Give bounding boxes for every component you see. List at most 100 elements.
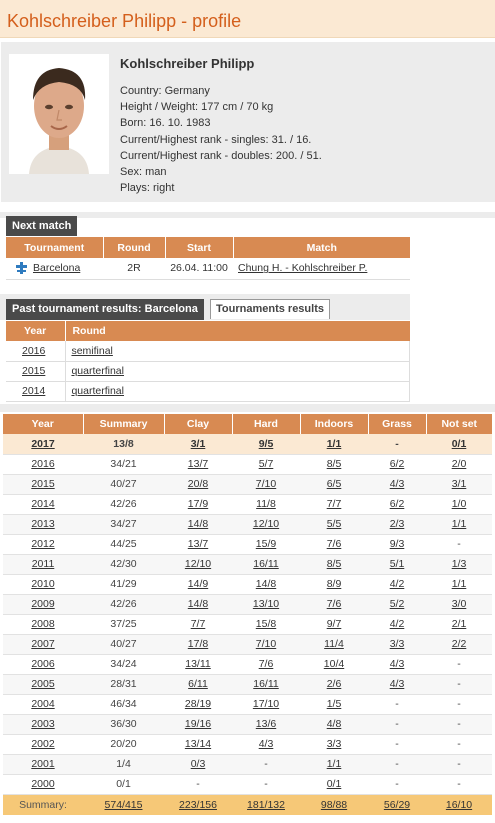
clay-link[interactable]: 0/3 (191, 758, 206, 770)
clay-link[interactable]: 12/10 (185, 558, 211, 570)
not-set-link[interactable]: 1/3 (452, 558, 467, 570)
hard-link[interactable]: 17/10 (253, 698, 279, 710)
hard-link[interactable]: 9/5 (259, 438, 274, 450)
grass-link[interactable]: 4/3 (390, 478, 405, 490)
grass-link[interactable]: 2/3 (390, 518, 405, 530)
indoors-link[interactable]: 2/6 (327, 678, 342, 690)
year-link[interactable]: 2001 (31, 758, 54, 770)
clay-link[interactable]: 3/1 (191, 438, 206, 450)
year-link[interactable]: 2005 (31, 678, 54, 690)
summary-hard-link[interactable]: 181/132 (247, 799, 285, 811)
indoors-link[interactable]: 6/5 (327, 478, 342, 490)
year-link[interactable]: 2002 (31, 738, 54, 750)
not-set-link[interactable]: 1/1 (452, 578, 467, 590)
round-link[interactable]: quarterfinal (71, 385, 124, 397)
match-link[interactable]: Chung H. - Kohlschreiber P. (238, 262, 367, 274)
not-set-link[interactable]: 2/1 (452, 618, 467, 630)
indoors-link[interactable]: 7/6 (327, 598, 342, 610)
not-set-link[interactable]: 3/0 (452, 598, 467, 610)
clay-link[interactable]: 13/7 (188, 458, 208, 470)
hard-link[interactable]: 11/8 (256, 498, 276, 510)
hard-link[interactable]: 14/8 (256, 578, 276, 590)
hard-link[interactable]: 16/11 (253, 558, 279, 570)
indoors-link[interactable]: 3/3 (327, 738, 342, 750)
hard-link[interactable]: 13/10 (253, 598, 279, 610)
grass-link[interactable]: 4/2 (390, 618, 405, 630)
clay-link[interactable]: 13/14 (185, 738, 211, 750)
year-link[interactable]: 2009 (31, 598, 54, 610)
clay-link[interactable]: 6/11 (188, 678, 208, 690)
year-link[interactable]: 2013 (31, 518, 54, 530)
grass-link[interactable]: 4/3 (390, 658, 405, 670)
not-set-link[interactable]: 0/1 (452, 438, 467, 450)
hard-link[interactable]: 7/10 (256, 638, 276, 650)
year-link[interactable]: 2014 (22, 385, 45, 397)
year-link[interactable]: 2011 (32, 558, 55, 570)
grass-link[interactable]: 6/2 (390, 498, 405, 510)
year-link[interactable]: 2008 (31, 618, 54, 630)
indoors-link[interactable]: 11/4 (324, 638, 344, 650)
indoors-link[interactable]: 0/1 (327, 778, 342, 790)
year-link[interactable]: 2004 (31, 698, 54, 710)
tournament-link[interactable]: Barcelona (33, 262, 80, 274)
hard-link[interactable]: 15/9 (256, 538, 276, 550)
clay-link[interactable]: 17/9 (188, 498, 208, 510)
year-link[interactable]: 2017 (31, 438, 54, 450)
indoors-link[interactable]: 5/5 (327, 518, 342, 530)
clay-link[interactable]: 14/8 (188, 518, 208, 530)
clay-link[interactable]: 13/7 (188, 538, 208, 550)
year-link[interactable]: 2016 (31, 458, 54, 470)
summary-indoors-link[interactable]: 98/88 (321, 799, 347, 811)
clay-link[interactable]: 14/8 (188, 598, 208, 610)
year-link[interactable]: 2000 (31, 778, 54, 790)
tab-past-results[interactable]: Past tournament results: Barcelona (6, 299, 204, 320)
hard-link[interactable]: 15/8 (256, 618, 276, 630)
year-link[interactable]: 2012 (31, 538, 54, 550)
not-set-link[interactable]: 2/2 (452, 638, 467, 650)
indoors-link[interactable]: 7/6 (327, 538, 342, 550)
indoors-link[interactable]: 8/9 (327, 578, 342, 590)
clay-link[interactable]: 20/8 (188, 478, 208, 490)
year-link[interactable]: 2006 (31, 658, 54, 670)
indoors-link[interactable]: 4/8 (327, 718, 342, 730)
hard-link[interactable]: 7/10 (256, 478, 276, 490)
indoors-link[interactable]: 8/5 (327, 558, 342, 570)
grass-link[interactable]: 4/2 (390, 578, 405, 590)
clay-link[interactable]: 13/11 (185, 658, 211, 670)
indoors-link[interactable]: 10/4 (324, 658, 344, 670)
not-set-link[interactable]: 3/1 (452, 478, 467, 490)
year-link[interactable]: 2016 (22, 345, 45, 357)
grass-link[interactable]: 9/3 (390, 538, 405, 550)
round-link[interactable]: quarterfinal (71, 365, 124, 377)
hard-link[interactable]: 16/11 (253, 678, 279, 690)
hard-link[interactable]: 5/7 (259, 458, 274, 470)
clay-link[interactable]: 17/8 (188, 638, 208, 650)
grass-link[interactable]: 6/2 (390, 458, 405, 470)
indoors-link[interactable]: 1/1 (327, 438, 342, 450)
grass-link[interactable]: 5/2 (390, 598, 405, 610)
hard-link[interactable]: 7/6 (259, 658, 274, 670)
indoors-link[interactable]: 7/7 (327, 498, 342, 510)
year-link[interactable]: 2010 (31, 578, 54, 590)
year-link[interactable]: 2003 (31, 718, 54, 730)
clay-link[interactable]: 14/9 (188, 578, 208, 590)
hard-link[interactable]: 12/10 (253, 518, 279, 530)
hard-link[interactable]: 4/3 (259, 738, 274, 750)
year-link[interactable]: 2015 (22, 365, 45, 377)
summary-summary-link[interactable]: 574/415 (105, 799, 143, 811)
summary-not-set-link[interactable]: 16/10 (446, 799, 472, 811)
year-link[interactable]: 2014 (31, 498, 54, 510)
year-link[interactable]: 2007 (31, 638, 54, 650)
summary-grass-link[interactable]: 56/29 (384, 799, 410, 811)
grass-link[interactable]: 4/3 (390, 678, 405, 690)
clay-link[interactable]: 28/19 (185, 698, 211, 710)
clay-link[interactable]: 7/7 (191, 618, 206, 630)
indoors-link[interactable]: 8/5 (327, 458, 342, 470)
year-link[interactable]: 2015 (31, 478, 54, 490)
indoors-link[interactable]: 9/7 (327, 618, 342, 630)
grass-link[interactable]: 5/1 (390, 558, 405, 570)
summary-clay-link[interactable]: 223/156 (179, 799, 217, 811)
clay-link[interactable]: 19/16 (185, 718, 211, 730)
not-set-link[interactable]: 2/0 (452, 458, 467, 470)
hard-link[interactable]: 13/6 (256, 718, 276, 730)
